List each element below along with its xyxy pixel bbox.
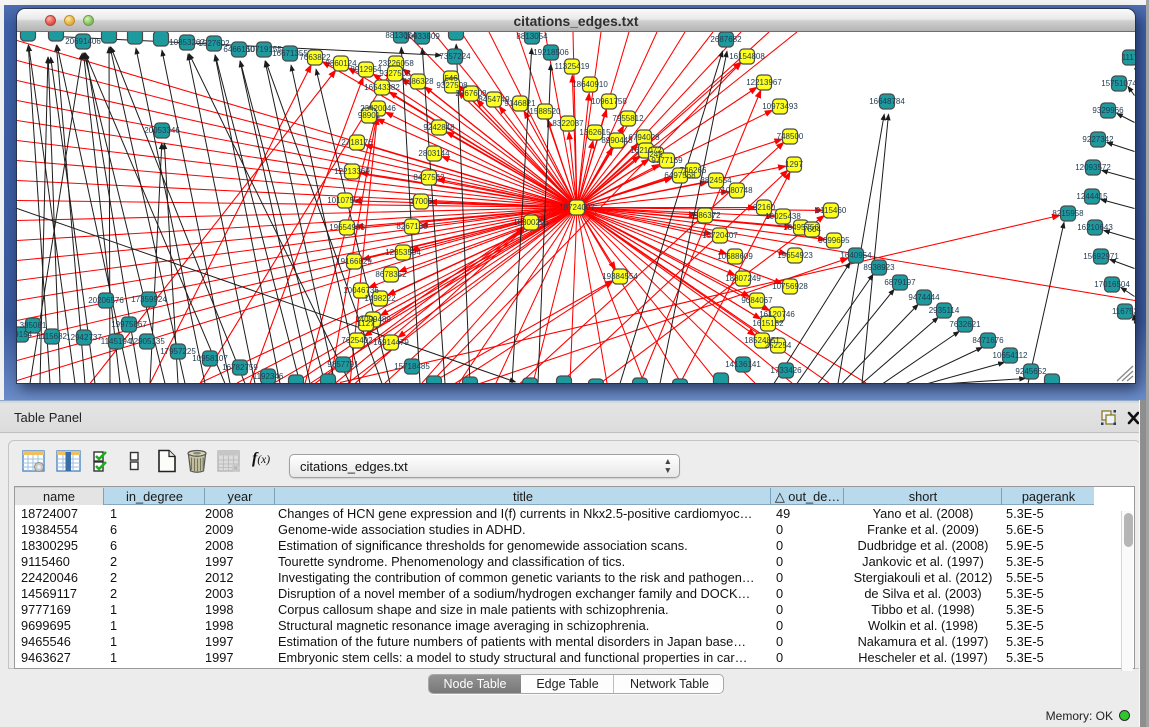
svg-text:9227342: 9227342 [1082, 135, 1114, 144]
svg-text:8938923: 8938923 [863, 263, 895, 272]
svg-text:12942737: 12942737 [66, 333, 102, 342]
svg-text:9777169: 9777169 [651, 156, 683, 165]
svg-text:12213967: 12213967 [746, 78, 782, 87]
svg-text:7986372: 7986372 [689, 211, 721, 220]
svg-text:14136141: 14136141 [725, 360, 761, 369]
svg-text:116753: 116753 [1112, 307, 1135, 316]
svg-text:7604: 7604 [803, 225, 821, 234]
svg-text:6794028: 6794028 [628, 133, 660, 142]
svg-text:10654112: 10654112 [993, 351, 1029, 360]
svg-text:17957225: 17957225 [160, 347, 196, 356]
svg-text:18807249: 18807249 [725, 274, 761, 283]
svg-text:1244415: 1244415 [1076, 192, 1108, 201]
svg-text:9857791: 9857791 [327, 360, 359, 369]
svg-text:746266: 746266 [680, 166, 707, 175]
svg-text:1498222: 1498222 [364, 294, 396, 303]
svg-text:1733426: 1733426 [770, 366, 802, 375]
svg-text:9329966: 9329966 [1092, 106, 1124, 115]
svg-text:16543382: 16543382 [364, 83, 400, 92]
svg-text:15692971: 15692971 [1083, 252, 1119, 261]
svg-text:1117: 1117 [1122, 53, 1135, 62]
svg-text:15751074: 15751074 [1101, 79, 1135, 88]
svg-text:1145194: 1145194 [101, 337, 132, 346]
svg-text:7955812: 7955812 [612, 114, 644, 123]
svg-text:10756928: 10756928 [772, 282, 808, 291]
svg-text:2718176: 2718176 [341, 138, 373, 147]
svg-text:18300295: 18300295 [513, 218, 549, 227]
svg-text:10688609: 10688609 [717, 252, 753, 261]
svg-text:19384554: 19384554 [602, 272, 638, 281]
svg-text:2687682: 2687682 [710, 35, 742, 44]
svg-text:15718485: 15718485 [394, 362, 430, 371]
svg-text:17359924: 17359924 [131, 295, 167, 304]
svg-text:17016504: 17016504 [1094, 280, 1130, 289]
svg-text:16154808: 16154808 [729, 52, 765, 61]
svg-text:9699695: 9699695 [818, 236, 850, 245]
svg-text:10973493: 10973493 [762, 102, 798, 111]
svg-text:20691406: 20691406 [65, 37, 101, 46]
svg-text:62160: 62160 [753, 203, 776, 212]
svg-text:19166829: 19166829 [336, 257, 372, 266]
svg-text:98901: 98901 [358, 111, 381, 120]
svg-text:252254: 252254 [765, 341, 792, 350]
svg-text:19654923: 19654923 [777, 251, 813, 260]
svg-text:12353594: 12353594 [385, 248, 421, 257]
svg-text:1297: 1297 [785, 160, 803, 169]
svg-text:20206576: 20206576 [88, 296, 124, 305]
svg-text:39154: 39154 [17, 330, 33, 339]
svg-text:19975867: 19975867 [111, 320, 147, 329]
svg-text:20053346: 20053346 [144, 126, 180, 135]
svg-text:385081: 385081 [20, 321, 47, 330]
svg-text:17006: 17006 [410, 197, 433, 206]
svg-text:11325419: 11325419 [555, 62, 591, 71]
svg-text:7357224: 7357224 [439, 52, 471, 61]
svg-text:18724007: 18724007 [559, 203, 595, 212]
svg-text:23226058: 23226058 [378, 59, 414, 68]
svg-text:1127: 1127 [357, 319, 375, 328]
svg-text:1640954: 1640954 [840, 251, 872, 260]
svg-text:10958107: 10958107 [192, 354, 228, 363]
svg-text:1615152: 1615152 [752, 319, 784, 328]
svg-text:15720407: 15720407 [702, 231, 738, 240]
svg-text:16210643: 16210643 [1077, 223, 1113, 232]
svg-text:9474444: 9474444 [908, 293, 940, 302]
svg-text:10025438: 10025438 [765, 212, 801, 221]
svg-text:8427552: 8427552 [413, 173, 445, 182]
svg-text:3824554: 3824554 [700, 176, 732, 185]
svg-text:19654985: 19654985 [329, 223, 365, 232]
svg-text:2935114: 2935114 [929, 306, 960, 315]
svg-text:16914479: 16914479 [373, 338, 409, 347]
svg-text:9115460: 9115460 [816, 206, 847, 215]
svg-text:10033809: 10033809 [404, 32, 440, 41]
svg-text:19218506: 19218506 [533, 48, 569, 57]
svg-text:10107553: 10107553 [327, 196, 363, 205]
svg-text:8186328: 8186328 [402, 77, 434, 86]
svg-text:16782759: 16782759 [222, 363, 258, 372]
svg-text:8471676: 8471676 [972, 336, 1004, 345]
svg-text:8267130: 8267130 [396, 222, 428, 231]
svg-text:18640910: 18640910 [572, 80, 608, 89]
svg-text:16648784: 16648784 [869, 97, 905, 106]
svg-text:6879197: 6879197 [884, 278, 916, 287]
svg-text:7625402: 7625402 [341, 336, 373, 345]
svg-text:8215958: 8215958 [1052, 209, 1084, 218]
svg-text:1080748: 1080748 [721, 186, 753, 195]
svg-text:12905135: 12905135 [129, 337, 165, 346]
svg-text:748500: 748500 [777, 132, 804, 141]
svg-text:1115682: 1115682 [37, 332, 68, 341]
svg-text:1192346: 1192346 [253, 372, 284, 381]
svg-text:8322037: 8322037 [552, 119, 584, 128]
svg-text:12213369: 12213369 [334, 167, 370, 176]
svg-text:2803144: 2803144 [418, 149, 450, 158]
svg-text:9245652: 9245652 [1015, 367, 1047, 376]
svg-text:16120746: 16120746 [759, 310, 795, 319]
svg-text:12093572: 12093572 [1075, 163, 1111, 172]
svg-text:9242848: 9242848 [423, 123, 455, 132]
svg-text:8813054: 8813054 [516, 32, 548, 41]
svg-text:7632621: 7632621 [949, 320, 981, 329]
svg-text:10961758: 10961758 [591, 97, 627, 106]
svg-text:1588520: 1588520 [529, 107, 561, 116]
svg-text:9084067: 9084067 [741, 296, 773, 305]
svg-text:8678352: 8678352 [375, 270, 407, 279]
